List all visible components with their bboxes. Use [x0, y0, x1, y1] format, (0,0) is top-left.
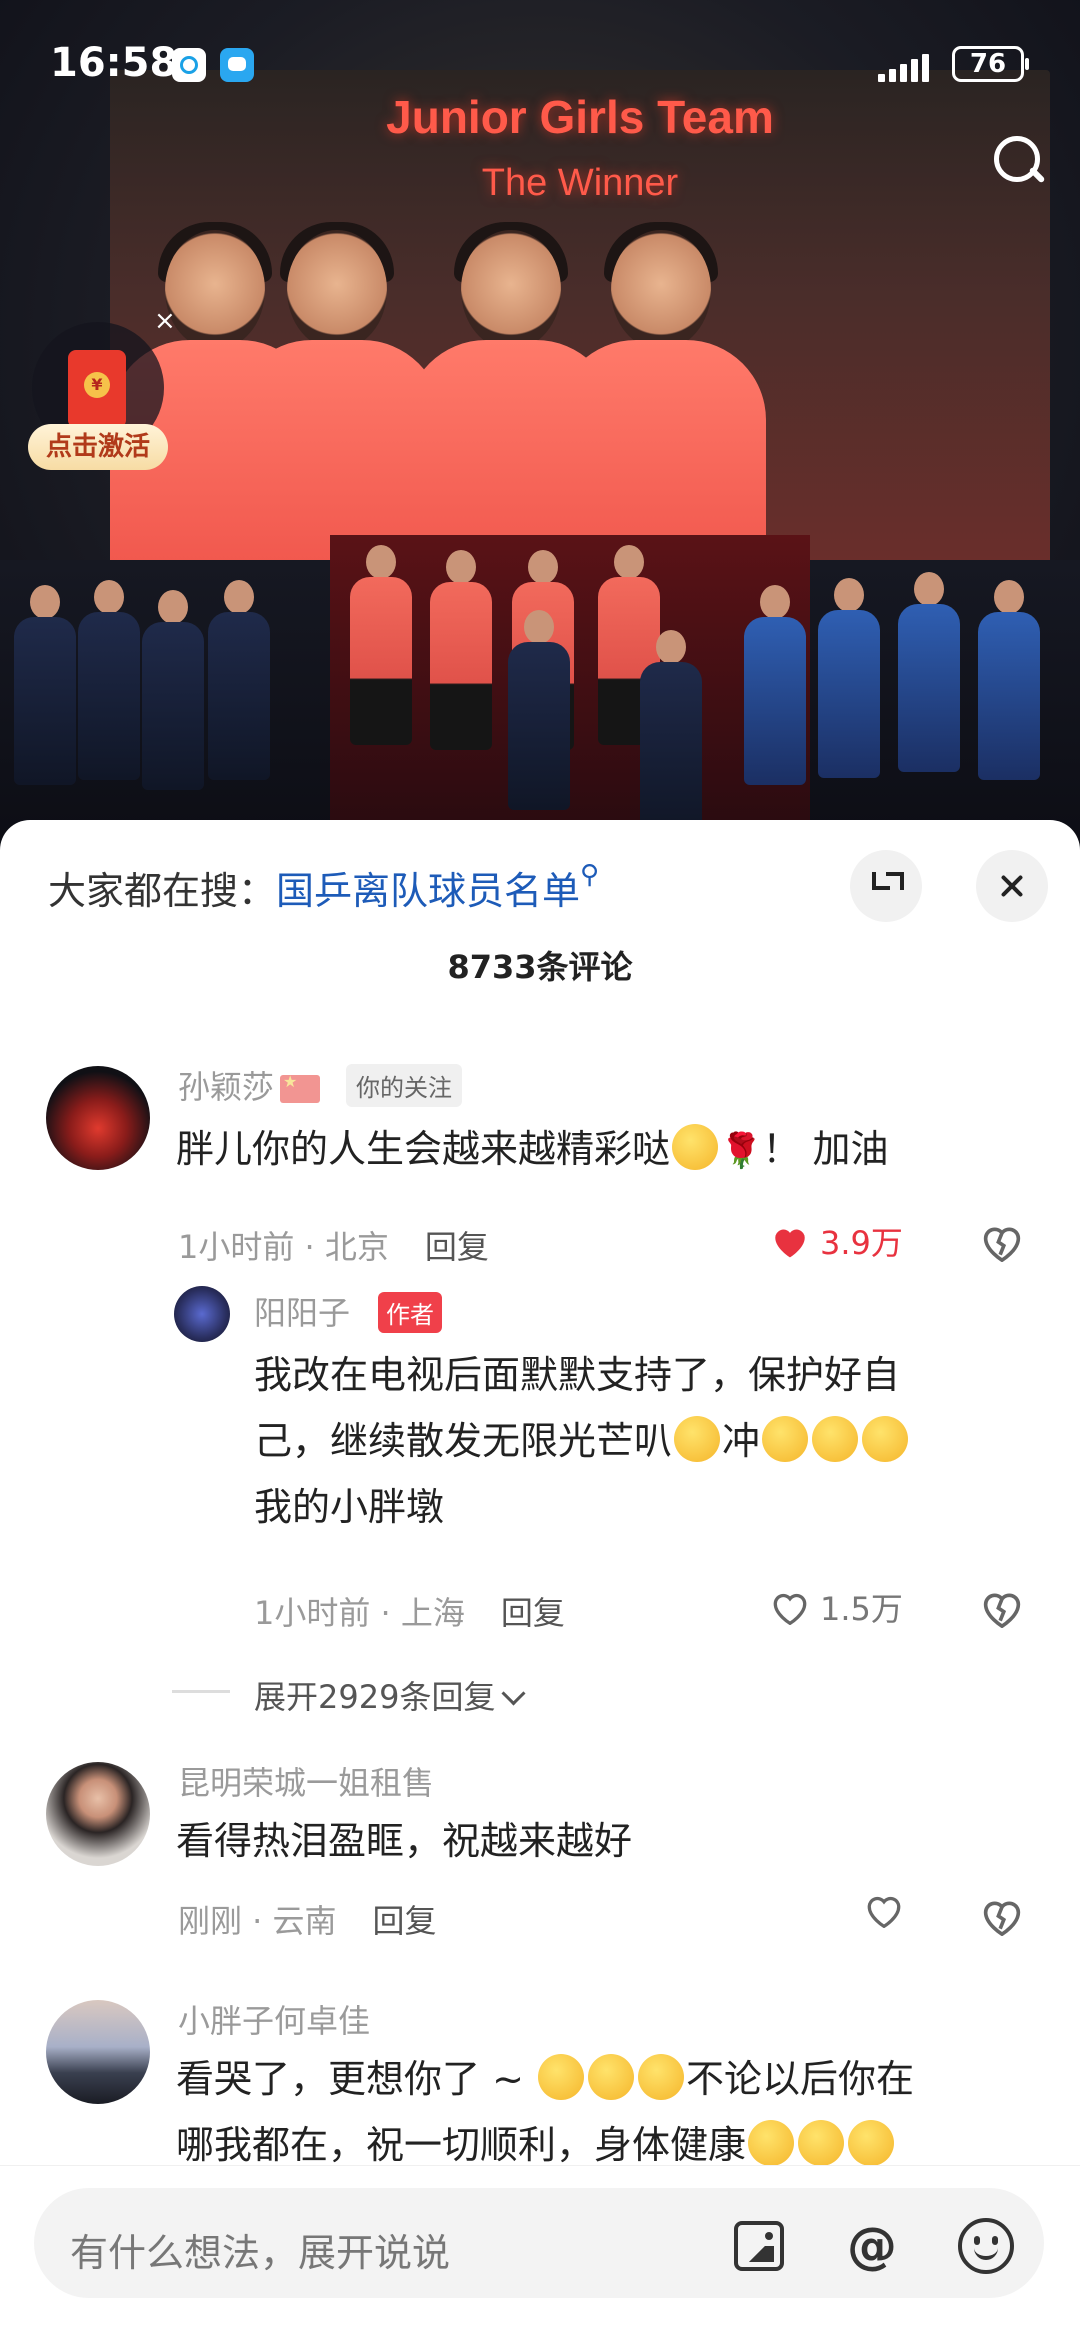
player-figure	[744, 585, 806, 785]
flushed-emoji-icon	[812, 1416, 859, 1462]
heart-outline-icon	[864, 1892, 904, 1928]
hugging-emoji-icon	[848, 2120, 895, 2166]
search-icon: ⚲	[580, 860, 600, 890]
status-time: 16:58	[50, 40, 178, 86]
red-packet-close-button[interactable]: ×	[154, 306, 176, 336]
like-count: 1.5万	[820, 1590, 903, 1628]
comment-sheet: 大家都在搜：国乒离队球员名单⚲ 8733条评论 孙颖莎 你的关注 胖儿你的人生会…	[0, 820, 1080, 2324]
flushed-emoji-icon	[862, 1416, 909, 1462]
hot-search[interactable]: 大家都在搜：国乒离队球员名单⚲	[48, 860, 599, 915]
comment-text: 胖儿你的人生会越来越精彩哒 🌹！ 加油	[176, 1116, 888, 1184]
video-player[interactable]: Junior Girls Team The Winner ¥ 点击激活 ×	[0, 0, 1080, 860]
china-flag-icon	[280, 1072, 321, 1103]
expand-sheet-button[interactable]	[850, 850, 922, 922]
hugging-emoji-icon	[748, 2120, 795, 2166]
player-figure	[350, 545, 412, 745]
mention-icon[interactable]: @	[844, 2218, 900, 2274]
flushed-emoji-icon	[762, 1416, 809, 1462]
comment-meta: 1小时前 · 上海 回复	[254, 1594, 565, 1632]
hot-search-prefix: 大家都在搜：	[48, 869, 277, 913]
broken-heart-icon	[983, 1901, 1021, 1937]
comment-input[interactable]: 有什么想法，展开说说 @	[34, 2188, 1044, 2298]
presenter-figure	[508, 610, 578, 810]
player-figure	[818, 578, 880, 778]
hot-search-keyword[interactable]: 国乒离队球员名单	[276, 869, 580, 913]
reply-button[interactable]: 回复	[425, 1228, 489, 1266]
close-sheet-button[interactable]	[976, 850, 1048, 922]
player-figure	[978, 580, 1040, 780]
chevron-down-icon	[501, 1681, 526, 1706]
crying-emoji-icon	[638, 2054, 684, 2100]
player-figure	[14, 585, 76, 785]
expand-replies[interactable]: 展开2929条回复	[0, 1672, 1080, 1716]
image-icon[interactable]	[734, 2221, 784, 2271]
comment-text: 我改在电视后面默默支持了，保护好自 己，继续散发无限光芒叭冲 我的小胖墩	[254, 1342, 910, 1540]
player-figure	[430, 550, 492, 750]
reply-button[interactable]: 回复	[501, 1594, 565, 1632]
led-screen: Junior Girls Team The Winner	[110, 70, 1050, 580]
comment-meta: 1小时前 · 北京 回复	[178, 1228, 489, 1266]
mobile-app-icon	[172, 48, 206, 82]
comment-input-placeholder: 有什么想法，展开说说	[70, 2231, 451, 2275]
presenter-figure	[640, 630, 702, 830]
comment-text: 看得热泪盈眶，祝越来越好	[176, 1819, 633, 1863]
signal-icon	[878, 52, 938, 82]
crying-emoji-icon	[538, 2054, 584, 2100]
dislike-button[interactable]	[980, 1896, 1024, 1937]
dislike-button[interactable]	[980, 1222, 1024, 1263]
search-button[interactable]	[988, 130, 1052, 194]
red-packet-widget[interactable]: ¥ 点击激活	[28, 322, 168, 472]
avatar[interactable]	[46, 2000, 150, 2104]
comment-username[interactable]: 孙颖莎	[178, 1062, 321, 1108]
crying-emoji-icon	[588, 2054, 634, 2100]
comment-username[interactable]: 小胖子何卓佳	[178, 1996, 370, 2042]
laughing-emoji-icon	[672, 1124, 719, 1170]
status-bar: 16:58 76	[0, 0, 1080, 120]
like-button[interactable]	[864, 1892, 904, 1928]
rose-emoji-icon: 🌹	[720, 1131, 763, 1171]
comment-count: 8733条评论	[447, 948, 633, 986]
comment-username[interactable]: 阳阳子	[254, 1288, 350, 1334]
like-button[interactable]: 1.5万	[770, 1584, 903, 1630]
screen-subtitle: The Winner	[481, 162, 679, 204]
heart-outline-icon	[770, 1589, 810, 1625]
battery-icon: 76	[952, 46, 1029, 82]
broken-heart-icon	[983, 1593, 1021, 1629]
red-packet-activate-label[interactable]: 点击激活	[28, 424, 168, 470]
player-figure	[78, 580, 140, 780]
emoji-icon[interactable]	[958, 2218, 1014, 2274]
broken-heart-icon	[983, 1227, 1021, 1263]
avatar[interactable]	[174, 1286, 230, 1342]
battery-level: 76	[969, 49, 1007, 79]
like-count: 3.9万	[820, 1224, 903, 1262]
comment-meta: 刚刚 · 云南 回复	[178, 1902, 437, 1940]
heart-filled-icon	[770, 1223, 810, 1259]
comment-username[interactable]: 昆明荣城一姐租售	[178, 1758, 434, 1804]
message-app-icon	[220, 48, 254, 82]
hugging-emoji-icon	[798, 2120, 845, 2166]
reply-button[interactable]: 回复	[373, 1902, 437, 1940]
hugging-emoji-icon	[674, 1416, 721, 1462]
player-figure	[898, 572, 960, 772]
dislike-button[interactable]	[980, 1588, 1024, 1629]
follow-badge: 你的关注	[346, 1064, 462, 1107]
like-button[interactable]: 3.9万	[770, 1218, 903, 1264]
comment-text: 看哭了，更想你了 ~ 不论以后你在 哪我都在，祝一切顺利，身体健康	[176, 2046, 914, 2178]
screen-player	[556, 222, 766, 580]
author-badge: 作者	[378, 1292, 442, 1333]
player-figure	[208, 580, 270, 780]
player-figure	[142, 590, 204, 790]
comment-input-bar: 有什么想法，展开说说 @	[0, 2165, 1080, 2325]
avatar[interactable]	[46, 1762, 150, 1866]
expand-replies-label[interactable]: 展开2929条回复	[254, 1672, 526, 1718]
avatar[interactable]	[46, 1066, 150, 1170]
